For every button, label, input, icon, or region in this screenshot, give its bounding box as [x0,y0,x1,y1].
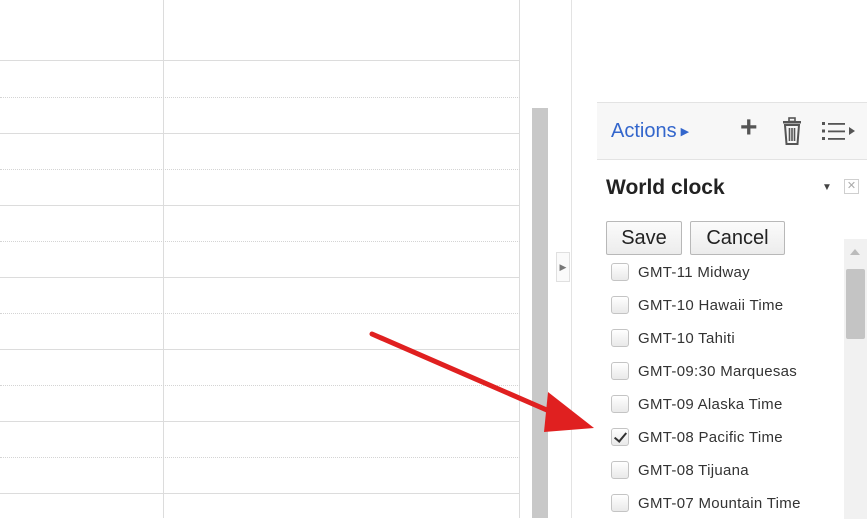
timezone-label: GMT-09:30 Marquesas [638,362,798,380]
calendar-grid[interactable] [0,0,520,518]
grid-column-divider [519,0,520,518]
trash-icon[interactable] [781,117,803,150]
timezone-checkbox[interactable] [611,263,629,281]
close-icon[interactable]: ✕ [844,179,859,194]
chevron-down-icon[interactable]: ▼ [822,182,832,193]
grid-hour-line [0,205,520,206]
timezone-checkbox[interactable] [611,329,629,347]
grid-hour-line [0,421,520,422]
scrollbar-thumb[interactable] [846,269,865,339]
grid-hour-line [0,349,520,350]
list-icon[interactable] [822,119,867,148]
collapse-panel-toggle[interactable]: ▶ [556,252,570,282]
scroll-up-icon[interactable] [850,249,860,255]
timezone-option[interactable]: GMT-07 Mountain Time [611,491,801,515]
timezone-option[interactable]: GMT-08 Pacific Time [611,425,783,449]
timezone-checkbox[interactable] [611,395,629,413]
timezone-label: GMT-07 Mountain Time [638,494,801,512]
timezone-label: GMT-08 Pacific Time [638,428,783,446]
timezone-list-scrollbar[interactable] [844,239,867,519]
panel-divider [571,0,572,518]
timezone-label: GMT-11 Midway [638,263,750,281]
timezone-checkbox[interactable] [611,296,629,314]
timezone-option[interactable]: GMT-11 Midway [611,260,750,284]
grid-half-hour-line [0,169,520,170]
grid-half-hour-line [0,457,520,458]
grid-hour-line [0,277,520,278]
grid-column-divider [163,0,164,518]
grid-half-hour-line [0,241,520,242]
calendar-scrollbar[interactable] [532,108,548,518]
timezone-checkbox[interactable] [611,461,629,479]
timezone-label: GMT-10 Hawaii Time [638,296,784,314]
grid-hour-line [0,493,520,494]
add-icon[interactable]: + [740,113,758,143]
actions-label: Actions [611,120,677,142]
grid-half-hour-line [0,313,520,314]
grid-hour-line [0,133,520,134]
timezone-option[interactable]: GMT-10 Tahiti [611,326,735,350]
save-button[interactable]: Save [606,221,682,255]
timezone-checkbox[interactable] [611,428,629,446]
timezone-option[interactable]: GMT-08 Tijuana [611,458,749,482]
panel-toolbar: Actions ▶ + [597,103,867,160]
grid-half-hour-line [0,97,520,98]
timezone-label: GMT-09 Alaska Time [638,395,783,413]
actions-menu[interactable]: Actions ▶ [611,120,689,143]
cancel-button[interactable]: Cancel [690,221,785,255]
widget-title: World clock [606,176,725,199]
timezone-option[interactable]: GMT-09 Alaska Time [611,392,783,416]
timezone-checkbox[interactable] [611,362,629,380]
side-panel: Actions ▶ + World clock ▼ ✕ Save Cancel … [597,102,867,519]
timezone-option[interactable]: GMT-09:30 Marquesas [611,359,797,383]
timezone-label: GMT-10 Tahiti [638,329,735,347]
chevron-right-icon: ▶ [559,261,567,272]
grid-half-hour-line [0,385,520,386]
timezone-checkbox[interactable] [611,494,629,512]
timezone-option[interactable]: GMT-10 Hawaii Time [611,293,783,317]
timezone-label: GMT-08 Tijuana [638,461,749,479]
grid-hour-line [0,60,520,61]
triangle-right-icon: ▶ [680,126,690,138]
